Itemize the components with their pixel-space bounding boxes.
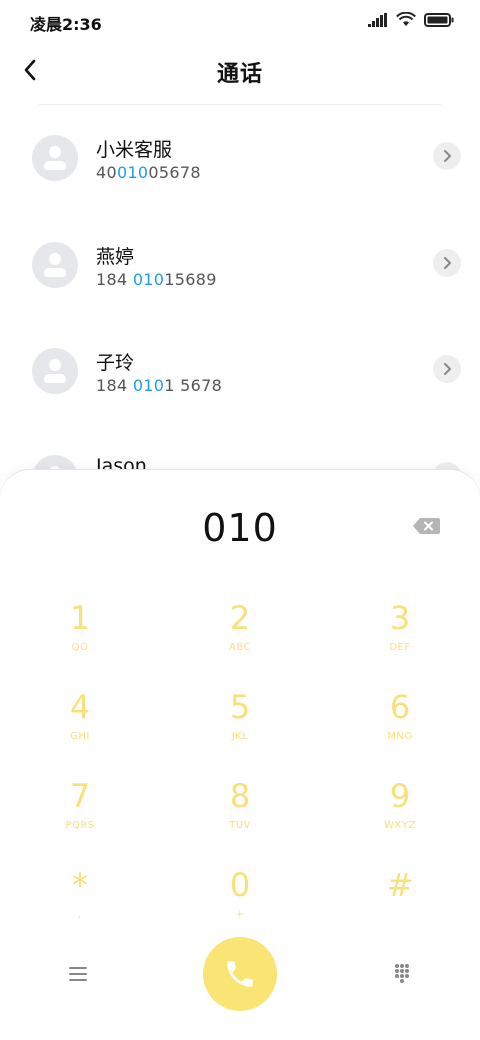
match-highlight: 010 [132, 269, 165, 289]
dial-key-star[interactable]: * , [20, 865, 140, 945]
backspace-button[interactable] [411, 515, 441, 537]
status-bar: 凌晨2:36 [0, 0, 480, 42]
contact-number: 4001005678 [96, 163, 201, 182]
chevron-right-icon [444, 256, 451, 269]
keypad-toggle-button[interactable] [390, 962, 414, 986]
contact-detail-button[interactable] [433, 248, 461, 277]
contact-name: 燕婷 [96, 245, 135, 268]
dial-key-3[interactable]: 3 DEF [340, 598, 460, 678]
dial-key-5[interactable]: 5 JKL [180, 687, 300, 767]
signal-icon [368, 12, 387, 27]
avatar [32, 241, 78, 288]
contact-name: 小米客服 [96, 139, 173, 161]
phone-icon [227, 961, 253, 987]
contact-number: 184 01015689 [96, 269, 217, 289]
status-icons [368, 12, 454, 27]
avatar [32, 135, 78, 181]
list-item[interactable]: 燕婷 184 01015689 [0, 212, 480, 319]
backspace-icon [413, 518, 440, 534]
chevron-right-icon [444, 150, 451, 162]
page-title: 通话 [216, 62, 263, 87]
battery-icon [424, 12, 454, 27]
menu-button[interactable] [66, 962, 90, 986]
list-item[interactable]: 小米客服 4001005678 [0, 105, 480, 212]
contact-list: 小米客服 4001005678 燕婷 184 01015689 子玲 184 0… [0, 105, 480, 531]
dialpad-panel: 010 1 QO 2 ABC 3 DEF 4 GHI 5 JKL 6 MNO 7… [0, 470, 480, 1040]
chevron-right-icon [444, 363, 451, 375]
avatar [32, 348, 78, 394]
dial-key-1[interactable]: 1 QO [20, 598, 140, 678]
match-highlight: 010 [132, 376, 165, 395]
list-item[interactable]: 子玲 184 0101 5678 [0, 318, 480, 425]
keypad-icon [395, 964, 409, 983]
header: 通话 [0, 42, 480, 98]
dial-key-6[interactable]: 6 MNO [340, 687, 460, 767]
menu-icon [69, 967, 87, 981]
dial-key-hash[interactable]: # [340, 865, 460, 945]
dial-key-8[interactable]: 8 TUV [180, 776, 300, 856]
wifi-icon [396, 12, 416, 26]
dialed-number-display: 010 [202, 506, 278, 550]
contact-name: 子玲 [96, 352, 135, 374]
contact-detail-button[interactable] [433, 355, 461, 383]
dial-key-4[interactable]: 4 GHI [20, 687, 140, 767]
contact-number: 184 0101 5678 [96, 376, 223, 395]
dial-key-0[interactable]: 0 + [180, 865, 300, 945]
match-highlight: 010 [116, 163, 149, 182]
contact-detail-button[interactable] [433, 142, 461, 170]
call-button[interactable] [203, 937, 277, 1011]
dial-key-9[interactable]: 9 WXYZ [340, 776, 460, 856]
status-time: 凌晨2:36 [30, 15, 102, 34]
dial-key-2[interactable]: 2 ABC [180, 598, 300, 678]
dial-key-7[interactable]: 7 PQRS [20, 776, 140, 856]
